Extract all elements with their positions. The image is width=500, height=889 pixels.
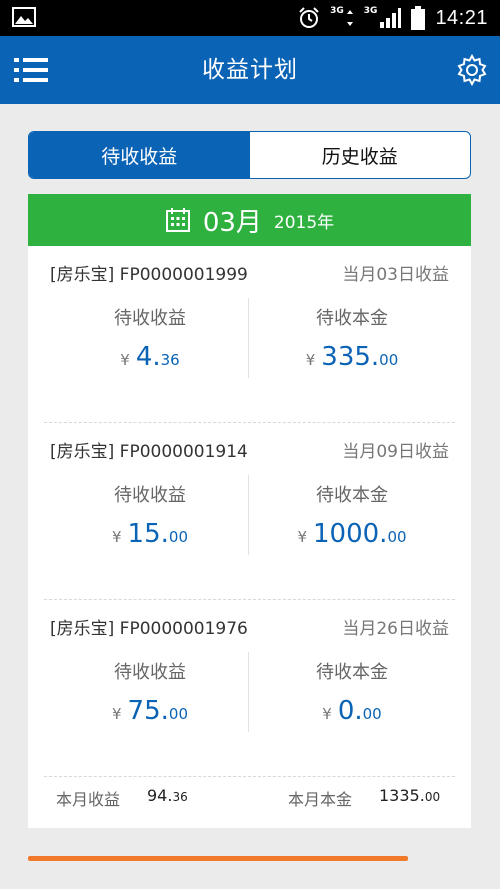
- principal-column: 待收本金 ¥335.00: [252, 304, 452, 372]
- list-item[interactable]: [房乐宝] FP0000001976 当月26日收益 待收收益 ¥75.00 待…: [44, 600, 455, 777]
- currency-symbol: ¥: [112, 528, 122, 546]
- principal-int: 335.: [321, 342, 380, 372]
- principal-value: ¥335.00: [252, 342, 452, 372]
- monthly-principal-value: 1335.00: [379, 786, 440, 805]
- due-date: 当月03日收益: [342, 265, 449, 285]
- principal-label: 待收本金: [316, 485, 388, 506]
- alarm-icon: [299, 7, 319, 28]
- principal-dec: 00: [387, 528, 407, 546]
- currency-symbol: ¥: [120, 351, 130, 369]
- principal-int: 1000.: [313, 519, 388, 549]
- income-label: 待收收益: [114, 485, 186, 506]
- network-type-2: 3G: [363, 5, 378, 16]
- principal-label: 待收本金: [316, 662, 388, 683]
- income-value: ¥15.00: [50, 519, 250, 549]
- monthly-principal-int: 1335.: [379, 786, 425, 805]
- calendar-icon: [165, 208, 190, 232]
- monthly-income-label: 本月收益: [56, 790, 121, 809]
- income-int: 75.: [127, 696, 169, 726]
- app-bar: 收益计划: [0, 36, 500, 104]
- income-column: 待收收益 ¥75.00: [50, 658, 250, 726]
- income-dec: 00: [168, 528, 188, 546]
- product-name: [房乐宝] FP0000001999: [50, 265, 248, 285]
- month-label: 03月: [202, 207, 262, 238]
- list-item[interactable]: [房乐宝] FP0000001914 当月09日收益 待收收益 ¥15.00 待…: [44, 423, 455, 600]
- currency-symbol: ¥: [322, 705, 332, 723]
- page-title: 收益计划: [202, 57, 298, 83]
- gear-icon[interactable]: [456, 54, 488, 86]
- income-label: 待收收益: [114, 308, 186, 329]
- monthly-principal-label: 本月本金: [288, 790, 353, 809]
- income-tabs: 待收收益 历史收益: [28, 131, 471, 179]
- battery-icon: [411, 6, 426, 30]
- tab-pending-income[interactable]: 待收收益: [29, 132, 250, 178]
- principal-value: ¥1000.00: [252, 519, 452, 549]
- tab-history-income[interactable]: 历史收益: [250, 132, 471, 178]
- income-label: 待收收益: [114, 662, 186, 683]
- income-column: 待收收益 ¥15.00: [50, 481, 250, 549]
- principal-column: 待收本金 ¥0.00: [252, 658, 452, 726]
- income-column: 待收收益 ¥4.36: [50, 304, 250, 372]
- income-dec: 36: [160, 351, 180, 369]
- monthly-summary: 本月收益 94.36 本月本金 1335.00: [28, 764, 471, 828]
- monthly-income-value: 94.36: [147, 786, 188, 805]
- currency-symbol: ¥: [112, 705, 122, 723]
- income-value: ¥75.00: [50, 696, 250, 726]
- principal-dec: 00: [362, 705, 382, 723]
- principal-value: ¥0.00: [252, 696, 452, 726]
- product-name: [房乐宝] FP0000001914: [50, 442, 248, 462]
- income-dec: 00: [168, 705, 188, 723]
- due-date: 当月26日收益: [342, 619, 449, 639]
- year-label: 2015年: [273, 212, 335, 233]
- principal-label: 待收本金: [316, 308, 388, 329]
- income-plan-card: 03月 2015年 [房乐宝] FP0000001999 当月03日收益 待收收…: [28, 194, 471, 828]
- income-value: ¥4.36: [50, 342, 250, 372]
- status-bar: 3G 3G 14:21: [0, 0, 500, 36]
- monthly-principal-dec: 00: [424, 790, 441, 804]
- currency-symbol: ¥: [305, 351, 316, 369]
- signal-icon: [380, 8, 402, 28]
- month-header[interactable]: 03月 2015年: [28, 194, 471, 246]
- principal-dec: 00: [379, 351, 399, 369]
- principal-int: 0.: [337, 696, 363, 726]
- monthly-income-int: 94.: [147, 786, 173, 805]
- income-int: 4.: [135, 342, 161, 372]
- data-arrows-icon: [346, 10, 353, 26]
- monthly-income-dec: 36: [172, 790, 188, 804]
- income-int: 15.: [127, 519, 169, 549]
- product-name: [房乐宝] FP0000001976: [50, 619, 248, 639]
- principal-column: 待收本金 ¥1000.00: [252, 481, 452, 549]
- list-item[interactable]: [房乐宝] FP0000001999 当月03日收益 待收收益 ¥4.36 待收…: [44, 246, 455, 423]
- image-icon: [12, 7, 36, 27]
- due-date: 当月09日收益: [342, 442, 449, 462]
- currency-symbol: ¥: [297, 528, 307, 546]
- network-type-1: 3G: [330, 5, 344, 16]
- bottom-accent-bar: [28, 856, 408, 861]
- clock-time: 14:21: [435, 6, 488, 29]
